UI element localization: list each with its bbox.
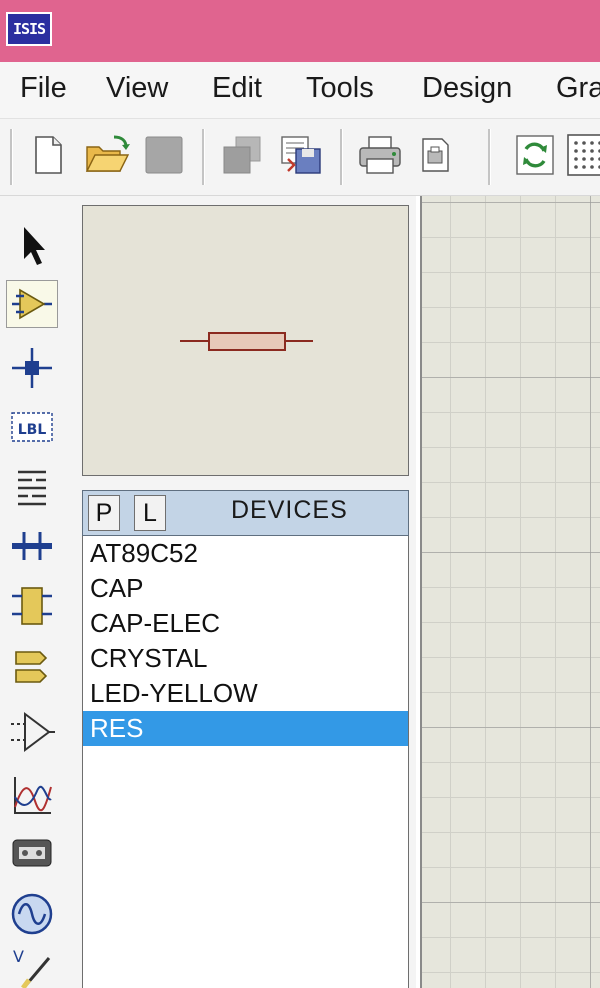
open-folder-icon[interactable]	[84, 133, 130, 177]
component-mode-icon[interactable]	[6, 280, 58, 328]
svg-text:LBL: LBL	[18, 422, 47, 438]
devices-list: AT89C52 CAP CAP-ELEC CRYSTAL LED-YELLOW …	[82, 536, 409, 988]
toolbar-separator	[340, 129, 343, 185]
pick-devices-button[interactable]: P	[88, 495, 120, 531]
list-item[interactable]: AT89C52	[83, 536, 408, 571]
list-item[interactable]: CAP	[83, 571, 408, 606]
grid-icon[interactable]	[566, 133, 600, 177]
component-preview	[82, 205, 409, 476]
menu-bar: File View Edit Tools Design Gra	[0, 62, 600, 119]
menu-graph[interactable]: Gra	[556, 72, 600, 105]
device-pin-icon[interactable]	[6, 708, 58, 756]
toolbar-separator	[202, 129, 205, 185]
list-item-selected[interactable]: RES	[83, 711, 408, 746]
list-item[interactable]: CAP-ELEC	[83, 606, 408, 641]
export-section-icon[interactable]	[278, 133, 322, 177]
title-bar: ISIS	[0, 0, 600, 62]
tape-recorder-icon[interactable]	[6, 830, 58, 878]
main-toolbar	[0, 119, 600, 196]
library-manager-button[interactable]: L	[134, 495, 166, 531]
new-file-icon[interactable]	[26, 133, 70, 177]
graph-icon[interactable]	[6, 772, 58, 820]
import-section-icon[interactable]	[220, 133, 264, 177]
wire-label-icon[interactable]: LBL	[6, 404, 58, 452]
menu-design[interactable]: Design	[422, 72, 512, 105]
selection-mode-icon[interactable]	[6, 222, 58, 270]
junction-dot-icon[interactable]	[6, 344, 58, 392]
list-item[interactable]: CRYSTAL	[83, 641, 408, 676]
print-icon[interactable]	[356, 133, 401, 177]
voltage-probe-icon[interactable]: V	[6, 946, 58, 988]
list-item[interactable]: LED-YELLOW	[83, 676, 408, 711]
app-logo: ISIS	[6, 12, 52, 46]
menu-file[interactable]: File	[20, 72, 67, 105]
text-script-icon[interactable]	[6, 462, 58, 510]
toolbar-separator	[10, 129, 13, 185]
bus-icon[interactable]	[6, 522, 58, 570]
menu-view[interactable]: View	[106, 72, 168, 105]
svg-text:V: V	[13, 947, 24, 966]
refresh-icon[interactable]	[514, 133, 558, 177]
menu-tools[interactable]: Tools	[306, 72, 374, 105]
generator-icon[interactable]	[6, 890, 58, 938]
save-icon[interactable]	[142, 133, 186, 177]
sub-circuit-icon[interactable]	[6, 582, 58, 630]
schematic-canvas[interactable]	[420, 196, 600, 988]
menu-edit[interactable]: Edit	[212, 72, 262, 105]
mode-toolbar: LBL V	[0, 196, 68, 988]
resistor-preview-icon	[180, 332, 313, 351]
print-setup-icon[interactable]	[414, 133, 458, 177]
toolbar-separator	[488, 129, 491, 185]
terminal-icon[interactable]	[6, 644, 58, 692]
devices-title: DEVICES	[231, 496, 348, 524]
devices-header: P L DEVICES	[82, 490, 409, 536]
